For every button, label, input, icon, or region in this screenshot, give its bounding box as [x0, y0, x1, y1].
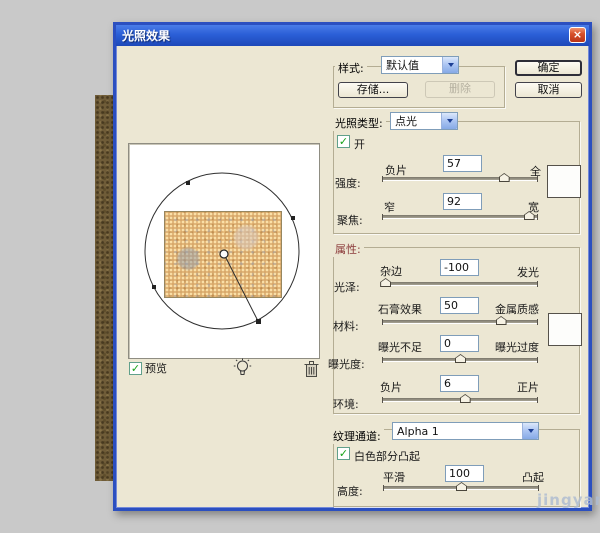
- white-raised-checkbox[interactable]: ✓: [337, 447, 350, 460]
- chevron-down-icon[interactable]: [442, 57, 458, 73]
- texture-channel-select[interactable]: Alpha 1: [392, 422, 539, 440]
- light-type-select[interactable]: 点光: [390, 112, 458, 130]
- ambience-label: 环境:: [333, 396, 359, 412]
- trash-icon[interactable]: [304, 360, 319, 378]
- material-input[interactable]: [440, 297, 479, 314]
- focus-min-label: 窄: [384, 199, 395, 215]
- light-preview-canvas: [128, 143, 320, 359]
- ellipse-handle-bottom[interactable]: [256, 319, 261, 324]
- material-slider[interactable]: [382, 320, 538, 324]
- light-center-handle[interactable]: [220, 250, 228, 258]
- intensity-min-label: 负片: [385, 162, 407, 178]
- light-bulb-icon[interactable]: [233, 358, 252, 379]
- height-label: 高度:: [337, 483, 363, 499]
- intensity-slider[interactable]: [382, 177, 538, 181]
- intensity-label: 强度:: [335, 175, 361, 191]
- gloss-slider[interactable]: [382, 282, 538, 286]
- properties-label: 属性:: [332, 241, 364, 257]
- ambience-input[interactable]: [440, 375, 479, 392]
- delete-style-button: 删除: [425, 81, 495, 98]
- ok-button[interactable]: 确定: [515, 60, 582, 76]
- preview-checkbox[interactable]: ✓: [129, 362, 142, 375]
- ellipse-handle-top[interactable]: [186, 181, 190, 185]
- exposure-min-label: 曝光不足: [378, 339, 422, 355]
- material-color-swatch[interactable]: [548, 313, 582, 346]
- preview-checkbox-label: 预览: [145, 360, 167, 376]
- chevron-down-icon[interactable]: [522, 423, 538, 439]
- style-label: 样式:: [335, 60, 367, 76]
- exposure-label: 曝光度:: [328, 356, 365, 372]
- exposure-max-label: 曝光过度: [495, 339, 539, 355]
- dialog-title: 光照效果: [116, 27, 170, 44]
- gloss-min-label: 杂边: [380, 263, 402, 279]
- ambience-slider[interactable]: [382, 398, 538, 402]
- height-min-label: 平滑: [383, 469, 405, 485]
- ellipse-handle-left[interactable]: [152, 285, 156, 289]
- light-type-label: 光照类型:: [332, 115, 386, 131]
- dialog-titlebar[interactable]: 光照效果 ×: [116, 25, 589, 46]
- light-color-swatch[interactable]: [547, 165, 581, 198]
- light-footprint-editor[interactable]: [129, 144, 319, 358]
- height-slider[interactable]: [383, 486, 539, 490]
- style-select[interactable]: 默认值: [381, 56, 459, 74]
- close-icon[interactable]: ×: [569, 27, 586, 43]
- intensity-input[interactable]: [443, 155, 482, 172]
- gloss-input[interactable]: [440, 259, 479, 276]
- white-raised-label: 白色部分凸起: [354, 448, 420, 464]
- light-direction-line: [224, 254, 258, 321]
- screen: 光照效果 × ✓ 预览: [0, 0, 600, 533]
- exposure-slider[interactable]: [382, 358, 538, 362]
- save-style-button[interactable]: 存储...: [338, 82, 408, 98]
- watermark: jingyan: [537, 491, 600, 509]
- focus-input[interactable]: [443, 193, 482, 210]
- style-select-value: 默认值: [382, 57, 442, 73]
- texture-channel-select-value: Alpha 1: [393, 425, 522, 438]
- lighting-effects-dialog: 光照效果 × ✓ 预览: [113, 22, 592, 511]
- ambience-min-label: 负片: [380, 379, 402, 395]
- height-max-label: 凸起: [522, 469, 544, 485]
- chevron-down-icon[interactable]: [441, 113, 457, 129]
- ambience-max-label: 正片: [517, 379, 539, 395]
- ellipse-handle-right[interactable]: [291, 216, 295, 220]
- material-min-label: 石膏效果: [378, 301, 422, 317]
- focus-slider[interactable]: [382, 215, 538, 219]
- gloss-max-label: 发光: [517, 264, 539, 280]
- texture-channel-label: 纹理通道:: [330, 428, 384, 444]
- material-max-label: 金属质感: [495, 301, 539, 317]
- height-input[interactable]: [445, 465, 484, 482]
- light-on-checkbox[interactable]: ✓: [337, 135, 350, 148]
- material-label: 材料:: [333, 318, 359, 334]
- exposure-input[interactable]: [440, 335, 479, 352]
- light-on-label: 开: [354, 136, 365, 152]
- focus-label: 聚焦:: [337, 212, 363, 228]
- gloss-label: 光泽:: [334, 279, 360, 295]
- light-type-select-value: 点光: [391, 113, 441, 129]
- cancel-button[interactable]: 取消: [515, 82, 582, 98]
